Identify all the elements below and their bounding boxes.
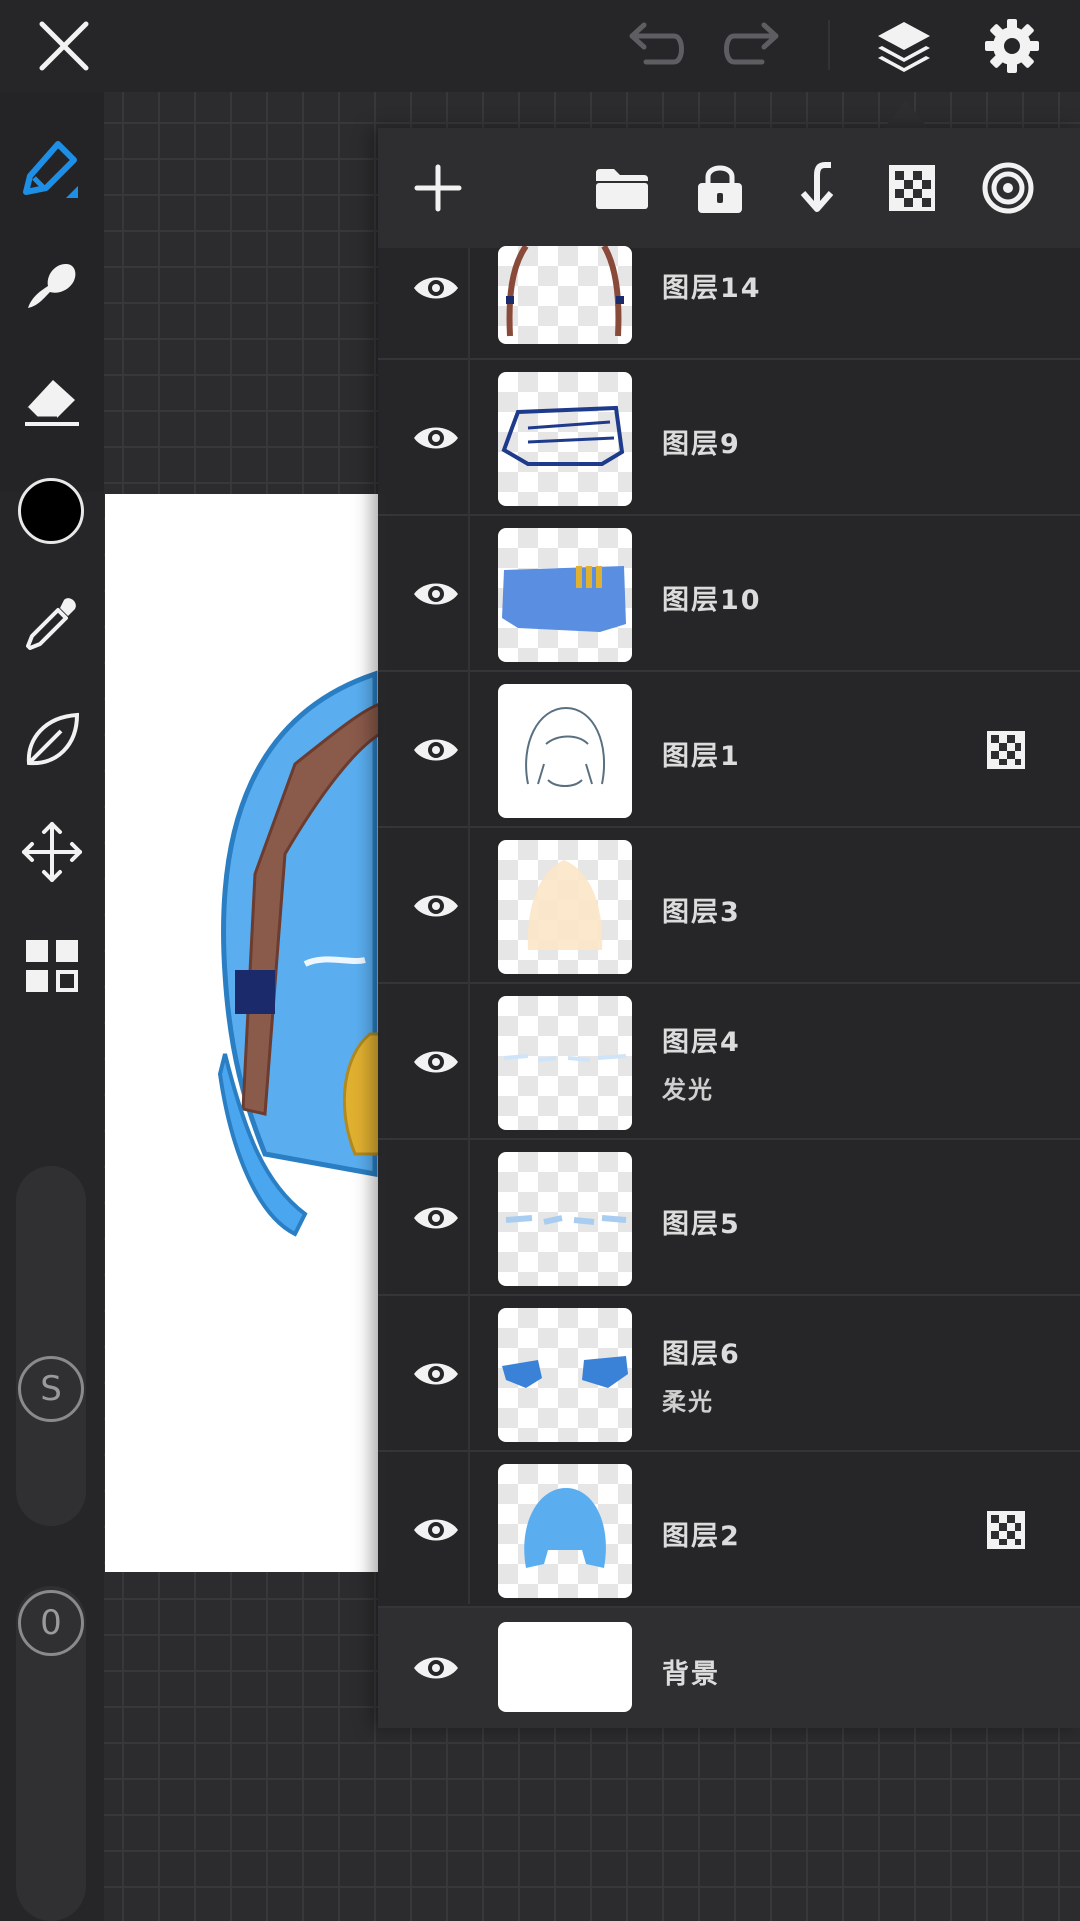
layer-row[interactable]: 图层5 bbox=[378, 1140, 1080, 1296]
visibility-eye-icon[interactable] bbox=[396, 398, 476, 478]
visibility-eye-icon[interactable] bbox=[396, 1334, 476, 1414]
settings-icon[interactable] bbox=[972, 6, 1052, 86]
layer-row[interactable]: 图层10 bbox=[378, 516, 1080, 672]
layer-name: 图层3 bbox=[662, 897, 741, 928]
layer-name: 图层6 bbox=[662, 1339, 741, 1370]
layer-name: 图层10 bbox=[662, 585, 762, 616]
brush-size-slider[interactable] bbox=[16, 1166, 86, 1526]
canvas-artwork bbox=[217, 670, 382, 1237]
layer-row[interactable]: 图层6 柔光 bbox=[378, 1296, 1080, 1452]
visibility-eye-icon[interactable] bbox=[396, 248, 476, 328]
layer-thumbnail bbox=[498, 840, 632, 974]
visibility-eye-icon[interactable] bbox=[396, 1490, 476, 1570]
layer-thumbnail bbox=[498, 246, 632, 344]
color-swatch[interactable] bbox=[18, 478, 84, 544]
redo-icon[interactable] bbox=[716, 10, 788, 82]
layer-row-background[interactable]: 背景 bbox=[378, 1608, 1080, 1728]
visibility-eye-icon[interactable] bbox=[396, 1178, 476, 1258]
layer-thumbnail bbox=[498, 1622, 632, 1712]
add-layer-icon[interactable] bbox=[398, 148, 478, 228]
layer-name: 图层14 bbox=[662, 273, 762, 304]
grid-icon[interactable] bbox=[12, 926, 92, 1006]
visibility-eye-icon[interactable] bbox=[396, 1628, 476, 1708]
eraser-icon[interactable] bbox=[12, 360, 92, 440]
checker-icon[interactable] bbox=[872, 148, 952, 228]
target-icon[interactable] bbox=[968, 148, 1048, 228]
layer-row[interactable]: 图层1 bbox=[378, 672, 1080, 828]
layer-row[interactable]: 图层3 bbox=[378, 828, 1080, 984]
layer-name: 图层1 bbox=[662, 741, 741, 772]
move-icon[interactable] bbox=[12, 812, 92, 892]
layer-name: 图层2 bbox=[662, 1521, 741, 1552]
layer-thumbnail bbox=[498, 684, 632, 818]
eyedropper-icon[interactable] bbox=[12, 584, 92, 664]
layer-thumbnail bbox=[498, 528, 632, 662]
opacity-knob[interactable]: 0 bbox=[18, 1590, 84, 1656]
layer-name: 图层9 bbox=[662, 429, 741, 460]
leaf-icon[interactable] bbox=[12, 700, 92, 780]
panel-caret bbox=[884, 100, 928, 128]
undo-icon[interactable] bbox=[620, 10, 692, 82]
layer-row[interactable]: 图层4 发光 bbox=[378, 984, 1080, 1140]
merge-down-icon[interactable] bbox=[776, 148, 856, 228]
drawing-canvas[interactable] bbox=[105, 494, 385, 1572]
layer-name: 背景 bbox=[662, 1659, 720, 1690]
pen-icon[interactable] bbox=[12, 128, 92, 208]
layer-blend-mode: 柔光 bbox=[662, 1388, 714, 1416]
layer-name: 图层4 bbox=[662, 1027, 741, 1058]
layer-row[interactable]: 图层2 bbox=[378, 1452, 1080, 1608]
layer-thumbnail bbox=[498, 996, 632, 1130]
lock-icon[interactable] bbox=[680, 148, 760, 228]
toolbar-divider bbox=[828, 20, 830, 70]
layer-thumbnail bbox=[498, 1464, 632, 1598]
layer-name: 图层5 bbox=[662, 1209, 741, 1240]
layer-thumbnail bbox=[498, 1308, 632, 1442]
layer-row[interactable]: 图层14 bbox=[378, 246, 1080, 360]
close-icon[interactable] bbox=[28, 10, 100, 82]
visibility-eye-icon[interactable] bbox=[396, 710, 476, 790]
brush-size-knob[interactable]: S bbox=[18, 1356, 84, 1422]
layer-thumbnail bbox=[498, 1152, 632, 1286]
layer-thumbnail bbox=[498, 372, 632, 506]
clipping-mask-icon[interactable] bbox=[986, 730, 1026, 770]
visibility-eye-icon[interactable] bbox=[396, 1022, 476, 1102]
folder-icon[interactable] bbox=[582, 148, 662, 228]
smudge-icon[interactable] bbox=[12, 246, 92, 326]
visibility-eye-icon[interactable] bbox=[396, 866, 476, 946]
layer-row[interactable]: 图层9 bbox=[378, 360, 1080, 516]
layer-blend-mode: 发光 bbox=[662, 1076, 714, 1104]
visibility-eye-icon[interactable] bbox=[396, 554, 476, 634]
layers-icon[interactable] bbox=[864, 6, 944, 86]
clipping-mask-icon[interactable] bbox=[986, 1510, 1026, 1550]
panel-column-divider bbox=[468, 248, 470, 1604]
top-bar bbox=[0, 0, 1080, 92]
